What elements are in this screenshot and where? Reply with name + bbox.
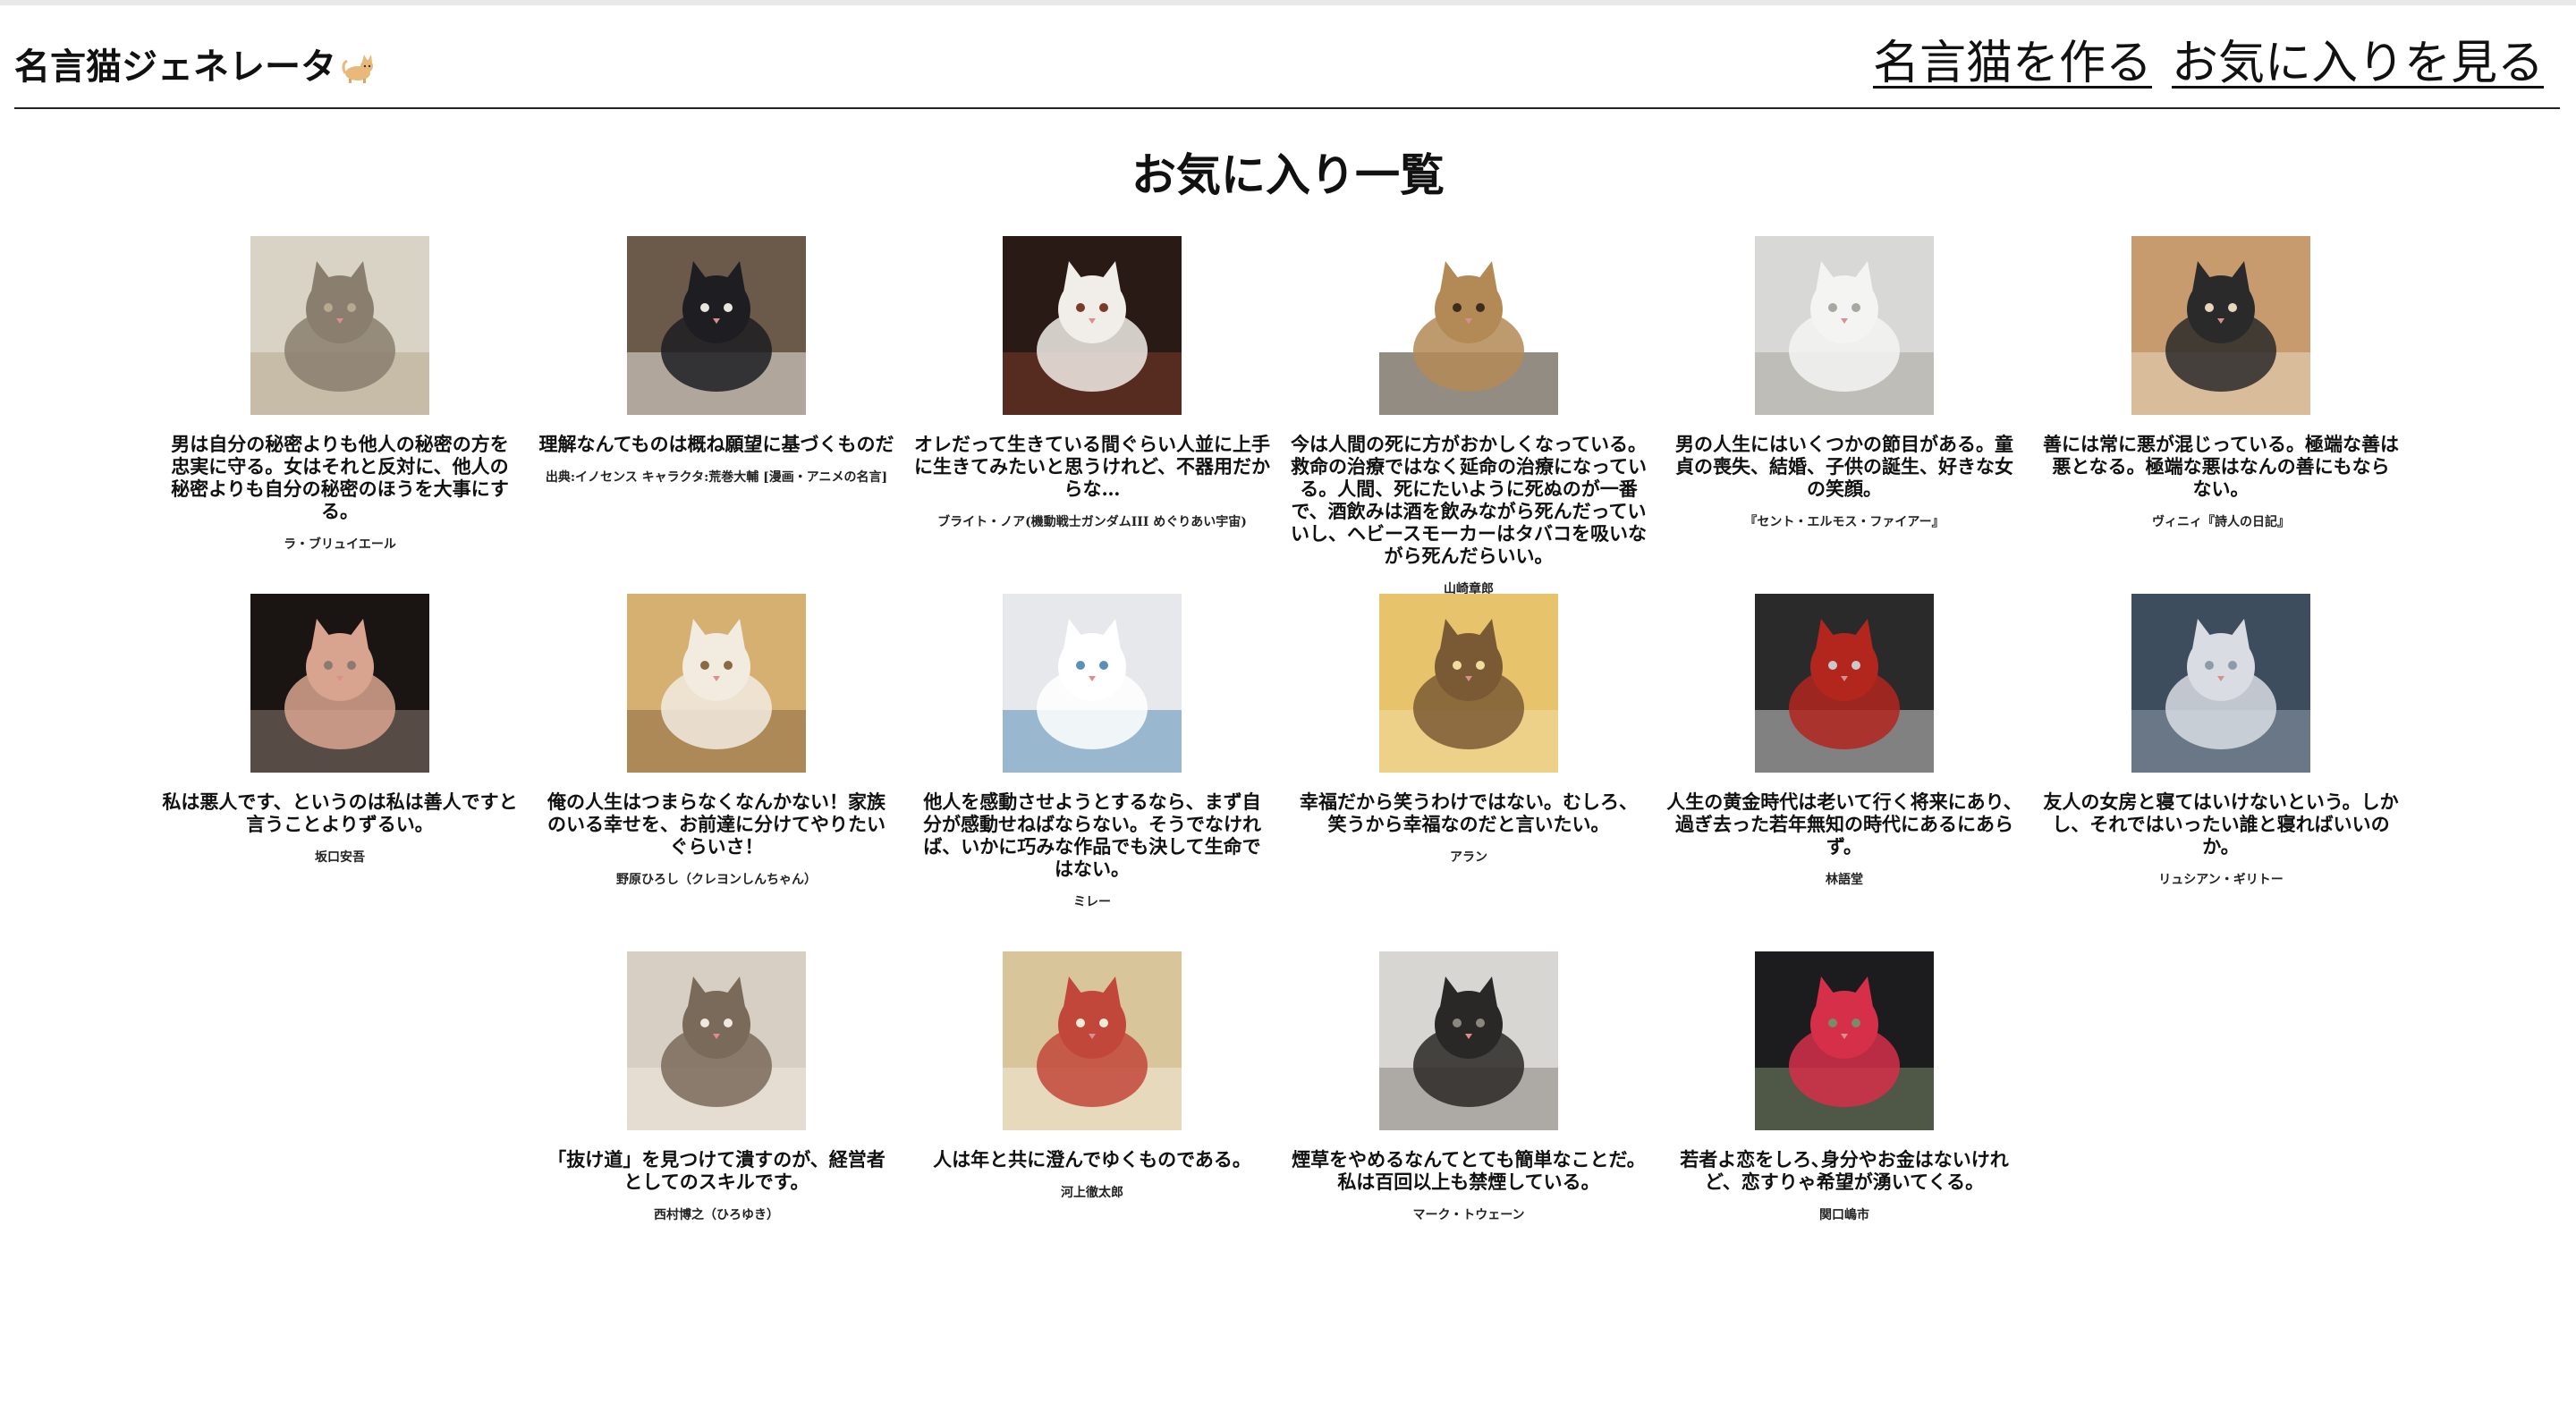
favorite-card[interactable]: 私は悪人です、というのは私は善人ですと言うことよりずるい。坂口安吾 [160, 594, 520, 866]
quote-source: 林語堂 [1826, 873, 1863, 887]
favorite-card[interactable]: 男は自分の秘密よりも他人の秘密の方を忠実に守る。女はそれと反対に、他人の秘密より… [160, 236, 520, 553]
favorite-card[interactable]: 幸福だから笑うわけではない。むしろ、笑うから幸福なのだと言いたい。アラン [1289, 594, 1648, 866]
cat-photo[interactable] [1755, 594, 1934, 773]
quote-text: 理解なんてものは概ね願望に基づくものだ [538, 433, 894, 455]
quote-text: オレだって生きている間ぐらい人並に上手に生きてみたいと思うけれど、不器用だからな… [914, 433, 1270, 500]
cat-photo[interactable] [627, 951, 806, 1130]
favorite-card[interactable]: 善には常に悪が混じっている。極端な善は悪となる。極端な悪はなんの善にもならない。… [2041, 236, 2401, 530]
app-title-text: 名言猫ジェネレータ [14, 46, 336, 88]
cat-photo[interactable] [1003, 236, 1182, 415]
favorite-card[interactable]: 人生の黄金時代は老いて行く将来にあり、過ぎ去った若年無知の時代にあるにあらず。林… [1665, 594, 2024, 888]
quote-text: 男の人生にはいくつかの節目がある。童貞の喪失、結婚、子供の誕生、好きな女の笑顔。 [1675, 433, 2013, 500]
favorite-card[interactable]: 人は年と共に澄んでゆくものである。河上徹太郎 [912, 951, 1272, 1201]
cat-photo[interactable] [1755, 951, 1934, 1130]
quote-text: 友人の女房と寝てはいけないという。しかし、それではいったい誰と寝ればいいのか。 [2043, 790, 2399, 858]
favorite-card[interactable]: 他人を感動させようとするなら、まず自分が感動せねばならない。そうでなければ、いか… [912, 594, 1272, 910]
nav-create-link[interactable]: 名言猫を作る [1873, 25, 2152, 92]
cat-photo[interactable] [1379, 236, 1558, 415]
quote-source: 関口嶋市 [1819, 1208, 1869, 1222]
cat-photo[interactable] [1003, 594, 1182, 773]
quote-text: 俺の人生はつまらなくなんかない！家族のいる幸せを、お前達に分けてやりたいぐらいさ… [547, 790, 886, 858]
main-nav: 名言猫を作る お気に入りを見る [1873, 25, 2544, 92]
page-title: お気に入り一覧 [1131, 148, 1445, 201]
quote-source: 『セント・エルモス・ファイアー』 [1744, 515, 1945, 529]
cat-photo[interactable] [2131, 594, 2310, 773]
quote-source: アラン [1450, 850, 1487, 865]
favorite-card[interactable]: 煙草をやめるなんてとても簡単なことだ。私は百回以上も禁煙している。マーク・トウェ… [1289, 951, 1648, 1223]
cat-photo[interactable] [1755, 236, 1934, 415]
quote-text: 煙草をやめるなんてとても簡単なことだ。私は百回以上も禁煙している。 [1292, 1148, 1646, 1193]
quote-source: マーク・トウェーン [1412, 1208, 1525, 1222]
quote-source: ミレー [1073, 895, 1111, 909]
favorite-card[interactable]: 若者よ恋をしろ､身分やお金はないけれど、恋すりゃ希望が湧いてくる。関口嶋市 [1665, 951, 2024, 1223]
cat-photo[interactable] [1379, 594, 1558, 773]
cat-photo[interactable] [627, 236, 806, 415]
favorite-card[interactable]: 友人の女房と寝てはいけないという。しかし、それではいったい誰と寝ればいいのか。リ… [2041, 594, 2401, 888]
cat-photo[interactable] [2131, 236, 2310, 415]
quote-text: 人は年と共に澄んでゆくものである。 [933, 1148, 1251, 1171]
quote-text: 善には常に悪が混じっている。極端な善は悪となる。極端な悪はなんの善にもならない。 [2043, 433, 2399, 500]
quote-source: 西村博之（ひろゆき） [654, 1208, 779, 1222]
favorite-card[interactable]: 「抜け道」を見つけて潰すのが、経営者としてのスキルです。西村博之（ひろゆき） [537, 951, 896, 1223]
quote-source: 野原ひろし（クレヨンしんちゃん） [616, 873, 817, 887]
quote-text: 幸福だから笑うわけではない。むしろ、笑うから幸福なのだと言いたい。 [1300, 790, 1638, 835]
favorite-card[interactable]: オレだって生きている間ぐらい人並に上手に生きてみたいと思うけれど、不器用だからな… [912, 236, 1272, 530]
cat-photo[interactable] [250, 236, 429, 415]
quote-source: 坂口安吾 [315, 850, 365, 865]
quote-text: 私は悪人です、というのは私は善人ですと言うことよりずるい。 [162, 790, 518, 835]
favorite-card[interactable]: 今は人間の死に方がおかしくなっている。救命の治療ではなく延命の治療になっている。… [1289, 236, 1648, 597]
cat-photo[interactable] [627, 594, 806, 773]
cat-photo[interactable] [1379, 951, 1558, 1130]
cat-photo[interactable] [250, 594, 429, 773]
quote-text: 男は自分の秘密よりも他人の秘密の方を忠実に守る。女はそれと反対に、他人の秘密より… [171, 433, 509, 522]
cat-emoji-icon [340, 51, 376, 83]
quote-source: 出典:イノセンス キャラクタ:荒巻大輔 [漫画・アニメの名言] [545, 470, 888, 485]
nav-favorites-link[interactable]: お気に入りを見る [2172, 25, 2544, 92]
quote-source: ブライト・ノア(機動戦士ガンダムIII めぐりあい宇宙) [937, 515, 1247, 529]
app-title[interactable]: 名言猫ジェネレータ [14, 38, 376, 89]
quote-text: 人生の黄金時代は老いて行く将来にあり、過ぎ去った若年無知の時代にあるにあらず。 [1666, 790, 2022, 858]
cat-photo[interactable] [1003, 951, 1182, 1130]
quote-source: リュシアン・ギリトー [2158, 873, 2284, 887]
favorite-card[interactable]: 男の人生にはいくつかの節目がある。童貞の喪失、結婚、子供の誕生、好きな女の笑顔。… [1665, 236, 2024, 530]
quote-text: 「抜け道」を見つけて潰すのが、経営者としてのスキルです。 [547, 1148, 886, 1193]
site-header: 名言猫ジェネレータ 名言猫を作る お気に入りを見る [14, 5, 2560, 109]
quote-text: 若者よ恋をしろ､身分やお金はないけれど、恋すりゃ希望が湧いてくる。 [1680, 1148, 2009, 1193]
quote-source: 河上徹太郎 [1061, 1186, 1123, 1200]
quote-text: 今は人間の死に方がおかしくなっている。救命の治療ではなく延命の治療になっている。… [1291, 433, 1647, 567]
quote-text: 他人を感動させようとするなら、まず自分が感動せねばならない。そうでなければ、いか… [923, 790, 1261, 880]
favorite-card[interactable]: 俺の人生はつまらなくなんかない！家族のいる幸せを、お前達に分けてやりたいぐらいさ… [537, 594, 896, 888]
quote-source: ヴィニィ『詩人の日記』 [2152, 515, 2290, 529]
favorite-card[interactable]: 理解なんてものは概ね願望に基づくものだ出典:イノセンス キャラクタ:荒巻大輔 [… [537, 236, 896, 486]
quote-source: ラ・ブリュイエール [284, 537, 396, 552]
